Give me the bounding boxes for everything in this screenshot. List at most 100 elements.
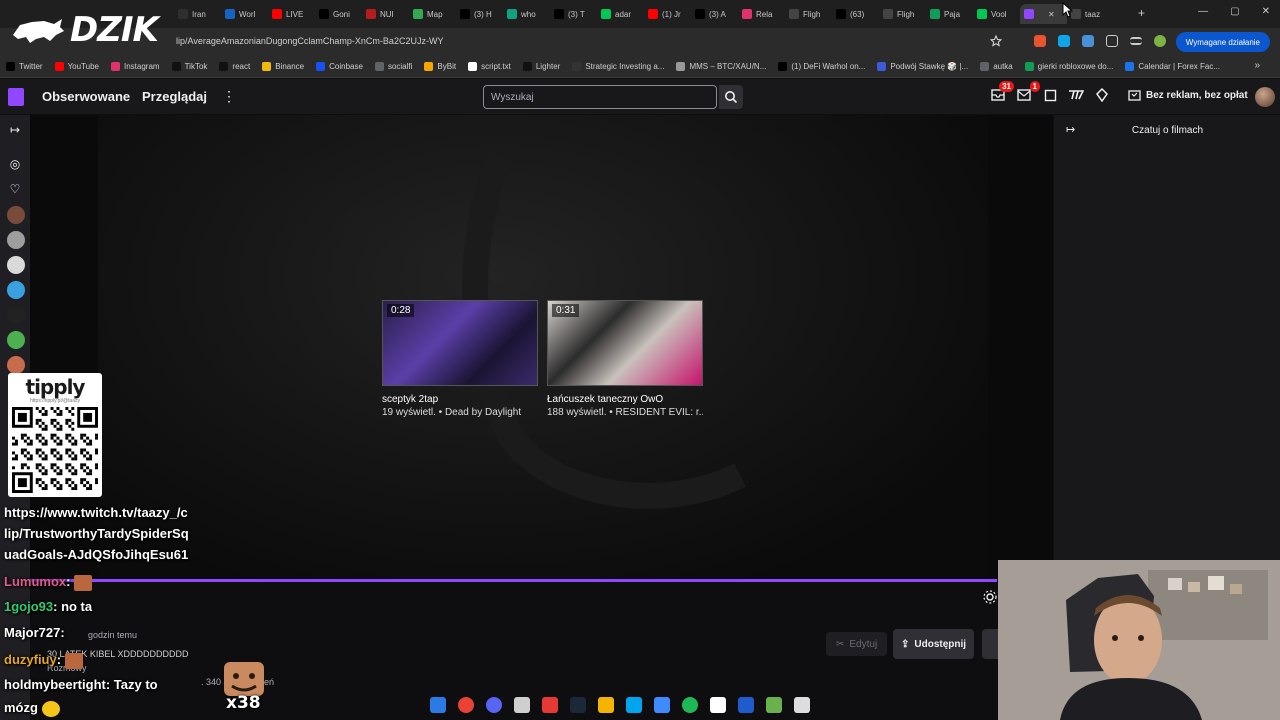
channel-avatar[interactable] [7,256,25,274]
bookmark-item[interactable]: ByBit [424,62,456,71]
browser-tab[interactable]: NUI [362,4,409,24]
browser-tab[interactable]: Rela [738,4,785,24]
browser-tab[interactable]: (1) Jr [644,4,691,24]
browser-tab[interactable]: (3) H [456,4,503,24]
browser-tab[interactable]: Iran [174,4,221,24]
bookmarks-more-icon[interactable]: » [1254,60,1260,71]
whispers-icon[interactable] [1042,87,1058,103]
clip-thumbnail[interactable]: 0:31 [547,300,703,386]
extension-icon[interactable] [1082,35,1094,47]
taskbar-vscode-icon[interactable] [654,697,670,713]
like-button[interactable] [982,629,998,659]
bookmark-item[interactable]: Coinbase [316,62,363,71]
channel-avatar[interactable] [7,356,25,374]
edit-button[interactable]: ✂ Edytuj [826,632,888,656]
profile-icon[interactable] [1154,35,1166,47]
clip-thumbnail[interactable]: 0:28 [382,300,538,386]
taskbar-app-icon[interactable] [738,697,754,713]
no-ads-button[interactable]: Bez reklam, bez opłat [1128,90,1248,101]
browser-tab[interactable]: (3) A [691,4,738,24]
bookmark-item[interactable]: YouTube [54,62,99,71]
bookmark-item[interactable]: Strategic Investing a... [572,62,664,71]
bookmark-item[interactable]: Twitter [6,62,43,71]
user-avatar[interactable] [1255,87,1275,107]
clip-title[interactable]: sceptyk 2tap [382,394,538,405]
taskbar-app-icon[interactable] [710,697,726,713]
channel-avatar[interactable] [7,331,25,349]
search-input[interactable]: Wyszukaj [483,85,717,109]
clip-card[interactable]: 0:28 sceptyk 2tap 19 wyświetl. • Dead by D… [382,300,538,418]
action-required-button[interactable]: Wymagane działanie [1175,32,1270,52]
nav-following[interactable]: Obserwowane [42,89,130,104]
browser-tab[interactable]: LIVE [268,4,315,24]
taskbar-start-icon[interactable] [430,697,446,713]
taskbar-discord-icon[interactable] [486,697,502,713]
bookmark-item[interactable]: Calendar | Forex Fac... [1125,62,1220,71]
channel-avatar[interactable] [7,306,25,324]
channel-avatar[interactable] [7,231,25,249]
extension-icon[interactable] [1034,35,1046,47]
bookmark-item[interactable]: TikTok [171,62,207,71]
taskbar-steam-icon[interactable] [570,697,586,713]
taskbar-notepad-icon[interactable] [794,697,810,713]
expand-sidebar-icon[interactable]: ↦ [7,122,23,138]
more-options-icon[interactable]: ⋮ [222,88,236,105]
bits-icon[interactable] [1094,87,1110,103]
recommended-icon[interactable]: ◎ [7,156,23,172]
channel-avatar[interactable] [7,206,25,224]
menu-list-icon[interactable] [1130,37,1142,45]
browser-tab[interactable]: Fligh [879,4,926,24]
taskbar-notepad-icon[interactable] [514,697,530,713]
browser-tab[interactable]: Goni [315,4,362,24]
search-button[interactable] [719,85,743,109]
browser-tab[interactable]: taaz [1067,4,1114,24]
browser-tab[interactable]: (3) T [550,4,597,24]
taskbar-spotify-icon[interactable] [682,697,698,713]
inbox-icon[interactable]: 31 [990,81,1014,103]
new-tab-button[interactable]: + [1138,6,1145,20]
taskbar-folder-icon[interactable] [598,697,614,713]
star-icon[interactable] [990,35,1002,47]
extension-7tv-icon[interactable] [1068,87,1084,103]
puzzle-icon[interactable] [1106,35,1118,47]
bookmark-item[interactable]: react [219,62,250,71]
share-button[interactable]: ⇪ Udostępnij [893,629,975,659]
browser-tab[interactable]: Worl [221,4,268,24]
taskbar-app-icon[interactable] [542,697,558,713]
bookmark-item[interactable]: Instagram [111,62,160,71]
bookmark-item[interactable]: autka [980,62,1013,71]
extension-icon[interactable] [1058,35,1070,47]
taskbar-chrome-icon[interactable] [458,697,474,713]
bookmark-item[interactable]: (1) DeFi Warhol on... [778,62,865,71]
url-field[interactable]: lip/AverageAmazonianDugongCclamChamp-XnC… [176,36,443,46]
following-heart-icon[interactable]: ♡ [7,181,23,197]
browser-tab[interactable]: Map [409,4,456,24]
bookmark-item[interactable]: Lighter [522,62,560,71]
clip-card[interactable]: 0:31 Łańcuszek taneczny OwO 188 wyświetl. … [547,300,703,418]
twitch-logo-icon[interactable] [8,88,24,106]
browser-tab[interactable]: Fligh [785,4,832,24]
close-icon[interactable]: ✕ [1262,6,1270,17]
notifications-icon[interactable]: 1 [1016,81,1040,103]
nav-browse[interactable]: Przeglądaj [142,89,207,104]
bookmark-item[interactable]: Podwój Stawkę 🎲 |... [877,62,968,71]
channel-avatar[interactable] [7,281,25,299]
close-tab-icon[interactable]: ✕ [1048,10,1055,19]
browser-tab[interactable]: (63) [832,4,879,24]
browser-tab[interactable]: ✕ [1020,4,1067,24]
browser-tab[interactable]: adar [597,4,644,24]
clip-title[interactable]: Łańcuszek taneczny OwO [547,394,703,405]
bookmark-item[interactable]: script.txt [468,62,511,71]
maximize-icon[interactable]: ▢ [1230,6,1239,17]
bookmark-item[interactable]: gierki robloxowe do... [1024,62,1113,71]
taskbar-app-icon[interactable] [766,697,782,713]
browser-tab[interactable]: Vool [973,4,1020,24]
bookmark-item[interactable]: MMS – BTC/XAU/N... [676,62,766,71]
bookmark-item[interactable]: Binance [262,62,304,71]
browser-tab[interactable]: who [503,4,550,24]
taskbar-edge-icon[interactable] [626,697,642,713]
bookmark-item[interactable]: socialfi [374,62,412,71]
browser-tab[interactable]: Paja [926,4,973,24]
minimize-icon[interactable]: — [1198,6,1208,17]
settings-gear-icon[interactable] [983,590,997,604]
